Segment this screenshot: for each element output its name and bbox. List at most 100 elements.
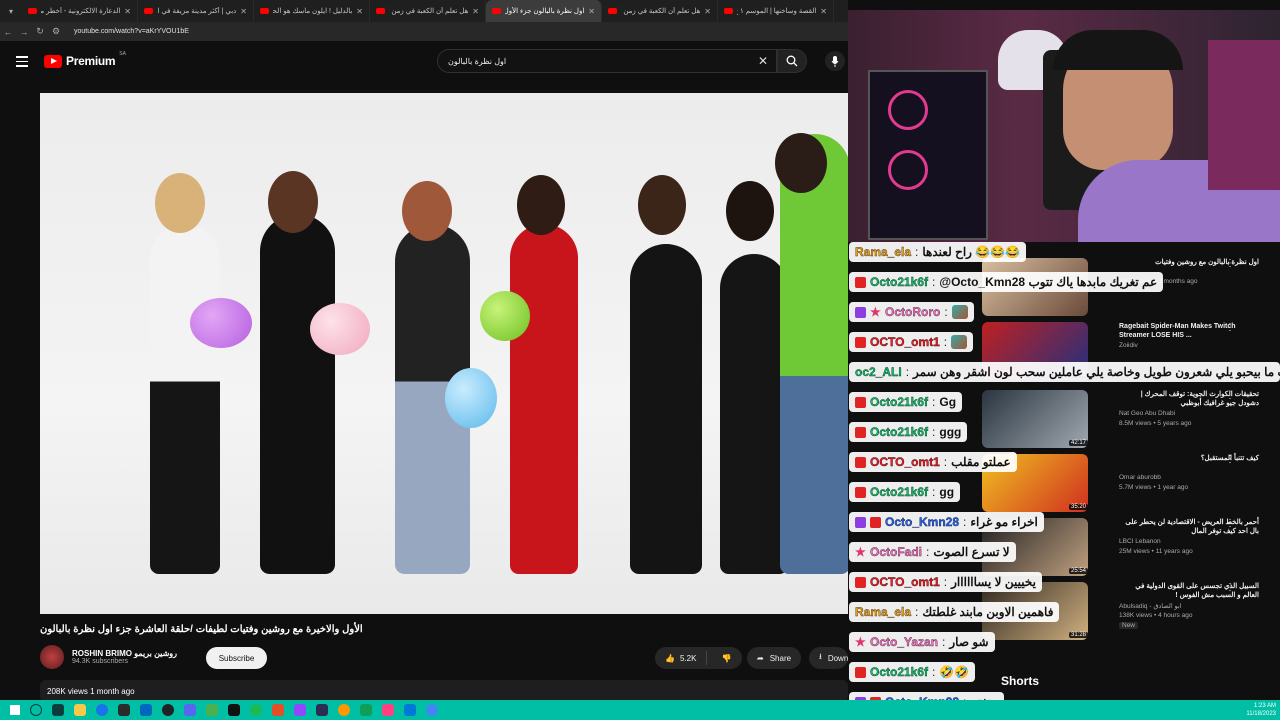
video-player[interactable]	[40, 93, 848, 614]
recommendation-channel[interactable]: Omar aburobb	[1119, 474, 1161, 481]
browser-tab[interactable]: القصة وساخنها | الموسم ١ ح ١٠✕	[718, 0, 834, 22]
app-icon[interactable]	[272, 704, 284, 716]
more-options-icon[interactable]: ⋮	[1225, 390, 1235, 401]
close-tab-icon[interactable]: ✕	[820, 7, 827, 16]
app-icon[interactable]	[118, 704, 130, 716]
premiere-icon[interactable]	[316, 704, 328, 716]
search-button[interactable]	[777, 49, 807, 73]
browser-tab[interactable]: دبي | أكثر مدينة مزيفة في العا ✕	[138, 0, 254, 22]
chat-username[interactable]: OCTO_omt1	[870, 575, 940, 589]
close-tab-icon[interactable]: ✕	[124, 7, 131, 16]
chat-username[interactable]: OCTO_omt1	[870, 335, 940, 349]
chat-username[interactable]: Rama_ela	[855, 245, 911, 259]
chat-text: ggg	[939, 425, 962, 439]
thumbs-down-icon[interactable]: 👎	[713, 654, 739, 663]
spotify-icon[interactable]	[250, 704, 262, 716]
app-icon[interactable]	[338, 704, 350, 716]
browser-tab[interactable]: اول نظرة بالبالون جزء الأول والا✕	[486, 0, 602, 22]
recommendation-channel[interactable]: Abulsadiq - ابو الصادق	[1119, 602, 1181, 610]
chat-username[interactable]: Octo21k6f	[870, 395, 928, 409]
more-options-icon[interactable]: ⋮	[1225, 582, 1235, 593]
youtube-logo[interactable]: Premium SA	[44, 51, 126, 68]
recommendation-title[interactable]: تحقيقات الكوارث الجوية: توقف المحرك | دش…	[1119, 390, 1259, 408]
channel-name[interactable]: ROSHIN BRIMO روشين بريمو	[72, 649, 177, 658]
recommendation-item[interactable]: 42:17 تحقيقات الكوارث الجوية: توقف المحرك…	[982, 390, 1265, 450]
description-box[interactable]	[40, 680, 848, 702]
recommendation-item[interactable]: 35:20 كيف تتنبأ المستقبل؟ Omar aburobb 5.7M…	[982, 454, 1265, 514]
reload-icon[interactable]: ↻	[32, 26, 48, 37]
back-icon[interactable]: ←	[0, 27, 16, 37]
chat-username[interactable]: oc2_ALI	[855, 365, 902, 379]
recommendation-title[interactable]: كيف تتنبأ المستقبل؟	[1119, 454, 1259, 463]
recommendation-channel[interactable]: Nat Geo Abu Dhabi	[1119, 410, 1175, 417]
chat-username[interactable]: OCTO_omt1	[870, 455, 940, 469]
subscribe-button[interactable]: Subscribe	[206, 647, 267, 669]
recommendation-channel[interactable]: Zoiidiv	[1119, 342, 1138, 349]
browser-tab[interactable]: هل تعلم أن الكعبة في زمن آدم✕	[602, 0, 718, 22]
more-options-icon[interactable]: ⋮	[1225, 258, 1235, 269]
app-icon[interactable]	[206, 704, 218, 716]
system-clock[interactable]: 1:23 AM 11/18/2023	[1246, 702, 1276, 718]
recommendation-title[interactable]: Ragebait Spider-Man Makes Twitch Streame…	[1119, 322, 1259, 340]
video-title: الأول والاخيرة مع روشين وفتيات لطيفات /ح…	[40, 624, 363, 635]
voice-search-button[interactable]	[825, 51, 845, 71]
twitch-icon[interactable]	[294, 704, 306, 716]
close-tab-icon[interactable]: ✕	[588, 7, 595, 16]
url-field[interactable]: youtube.com/watch?v=aKrYVOU1bE	[74, 28, 189, 35]
menu-icon[interactable]	[16, 56, 28, 67]
recommendation-title[interactable]: أحمر بالخط العريض - الاقتصادية لن يحطر ع…	[1119, 518, 1259, 536]
discord-icon[interactable]	[184, 704, 196, 716]
browser-tab[interactable]: هل تعلم أن الكعبة في زمن آدم✕	[370, 0, 486, 22]
chat-username[interactable]: OctoRoro	[885, 305, 941, 319]
forward-icon[interactable]: →	[16, 27, 32, 37]
task-view-icon[interactable]	[52, 704, 64, 716]
download-button[interactable]: ⭳ Download	[809, 647, 848, 669]
close-tab-icon[interactable]: ✕	[704, 7, 711, 16]
chrome-icon[interactable]	[426, 704, 438, 716]
app-icon[interactable]	[360, 704, 372, 716]
chat-username[interactable]: Octo_Kmn28	[885, 515, 959, 529]
close-tab-icon[interactable]: ✕	[356, 7, 363, 16]
recommendation-title[interactable]: اول نظرة بالبالون مع روشين وفتيات	[1119, 258, 1259, 267]
gift-badge-icon	[855, 396, 866, 408]
app-icon[interactable]	[382, 704, 394, 716]
app-icon[interactable]	[228, 704, 240, 716]
close-tab-icon[interactable]: ✕	[240, 7, 247, 16]
search-input[interactable]: اول نظرة بالبالون ✕	[437, 49, 777, 73]
chat-username[interactable]: Octo21k6f	[870, 275, 928, 289]
site-info-icon[interactable]: ⚙	[48, 26, 64, 37]
channel-avatar[interactable]	[40, 645, 64, 669]
download-label: Download	[827, 653, 848, 663]
chat-username[interactable]: Octo21k6f	[870, 425, 928, 439]
video-thumbnail[interactable]: 42:17	[982, 390, 1088, 448]
recommendation-channel[interactable]: LBCI Lebanon	[1119, 538, 1161, 545]
more-options-icon[interactable]: ⋮	[1225, 322, 1235, 333]
recommendation-title[interactable]: السبيل الذي تجسس على القوى الدولية في ال…	[1119, 582, 1259, 600]
share-button[interactable]: ➦ Share	[747, 647, 802, 669]
clear-search-icon[interactable]: ✕	[758, 54, 768, 68]
search-icon[interactable]	[30, 704, 42, 716]
views-line: 208K views 1 month ago	[47, 687, 135, 696]
app-icon[interactable]	[404, 704, 416, 716]
outlook-icon[interactable]	[140, 704, 152, 716]
chat-username[interactable]: Octo21k6f	[870, 485, 928, 499]
chat-username[interactable]: Rama_ela	[855, 605, 911, 619]
person-head	[155, 173, 205, 233]
close-tab-icon[interactable]: ✕	[472, 7, 479, 16]
chat-username[interactable]: Octo21k6f	[870, 665, 928, 679]
recommendation-item[interactable]: 25:54 أحمر بالخط العريض - الاقتصادية لن ي…	[982, 518, 1265, 578]
file-explorer-icon[interactable]	[74, 704, 86, 716]
browser-tab[interactable]: الدعارة الالكترونية - أخطر من ال✕	[22, 0, 138, 22]
like-button[interactable]: 👍 5.2K	[655, 651, 708, 665]
tab-list-icon[interactable]: ▾	[0, 0, 22, 22]
thumbs-up-icon: 👍	[665, 653, 675, 663]
chat-username[interactable]: OctoFadi	[870, 545, 922, 559]
chat-username[interactable]: Octo_Yazan	[870, 635, 938, 649]
edge-icon[interactable]	[96, 704, 108, 716]
more-options-icon[interactable]: ⋮	[1225, 454, 1235, 465]
chat-separator: :	[932, 275, 936, 289]
obs-icon[interactable]	[162, 704, 174, 716]
start-icon[interactable]	[10, 705, 20, 715]
browser-tab[interactable]: بالدليل ! ايلون ماسك هو الحاك ✕	[254, 0, 370, 22]
more-options-icon[interactable]: ⋮	[1225, 518, 1235, 529]
